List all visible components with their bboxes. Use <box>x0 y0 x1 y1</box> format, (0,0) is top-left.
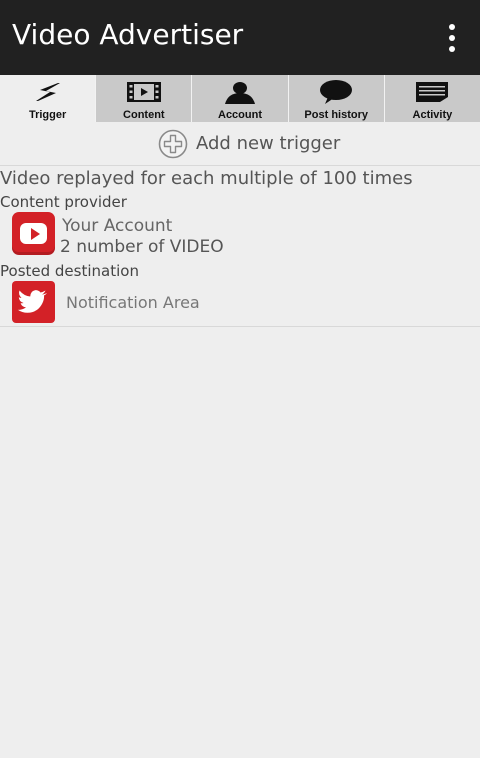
person-icon <box>225 82 255 104</box>
add-trigger-button[interactable]: Add new trigger <box>0 122 480 166</box>
tab-content[interactable]: Content <box>95 75 192 122</box>
more-vert-icon[interactable] <box>444 24 460 52</box>
lightning-icon <box>35 83 60 101</box>
twitter-icon <box>12 281 55 323</box>
app-bar: Video Advertiser <box>0 0 480 75</box>
youtube-icon <box>12 212 55 255</box>
tab-label: Activity <box>412 109 453 121</box>
tab-bar: Trigger Content Account Post history Act… <box>0 75 480 122</box>
tab-account[interactable]: Account <box>191 75 288 122</box>
tab-label: Post history <box>304 109 368 121</box>
divider <box>0 326 480 327</box>
speech-bubble-icon <box>320 80 353 104</box>
tab-trigger[interactable]: Trigger <box>0 75 96 122</box>
trigger-summary: Video replayed for each multiple of 100 … <box>0 168 413 189</box>
tab-activity[interactable]: Activity <box>383 75 480 122</box>
notepad-icon <box>416 82 449 102</box>
add-trigger-label: Add new trigger <box>196 133 341 154</box>
tab-label: Trigger <box>28 109 67 121</box>
film-icon <box>126 82 161 102</box>
content-provider-label: Content provider <box>0 193 127 211</box>
account-name: Your Account <box>62 216 173 236</box>
app-title: Video Advertiser <box>12 18 244 51</box>
account-detail: 2 number of VIDEO <box>60 237 224 257</box>
posted-destination-label: Posted destination <box>0 262 139 280</box>
add-circle-icon <box>158 129 188 159</box>
destination-name: Notification Area <box>66 293 200 312</box>
tab-label: Account <box>218 109 262 121</box>
tab-label: Content <box>123 109 165 121</box>
tab-post-history[interactable]: Post history <box>287 75 384 122</box>
